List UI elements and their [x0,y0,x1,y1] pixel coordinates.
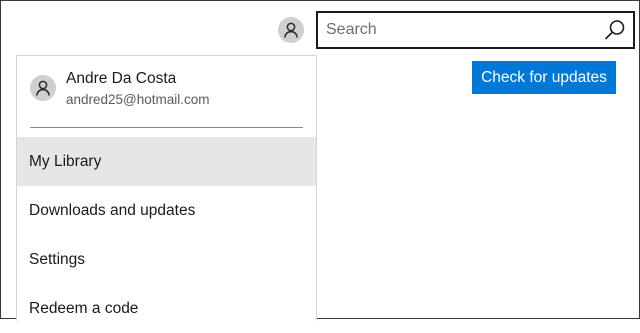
account-menu: Andre Da Costa andred25@hotmail.com My L… [16,55,317,321]
search-input[interactable] [326,13,596,47]
menu-item-settings[interactable]: Settings [17,235,316,284]
menu-item-my-library[interactable]: My Library [17,137,316,186]
user-icon [284,22,298,38]
avatar [30,75,56,101]
account-name: Andre Da Costa [66,70,177,87]
menu-divider [30,127,303,128]
menu-item-redeem-a-code[interactable]: Redeem a code [17,284,316,333]
search-icon[interactable] [603,18,627,42]
check-for-updates-button[interactable]: Check for updates [472,61,616,94]
menu-item-downloads-and-updates[interactable]: Downloads and updates [17,186,316,235]
account-avatar-button[interactable] [278,17,304,43]
search-box[interactable] [316,11,635,49]
account-info[interactable]: Andre Da Costa andred25@hotmail.com [17,56,316,126]
account-email: andred25@hotmail.com [66,92,210,107]
app-window: Check for updates Andre Da Costa andred2… [0,0,640,321]
user-icon [36,80,50,96]
